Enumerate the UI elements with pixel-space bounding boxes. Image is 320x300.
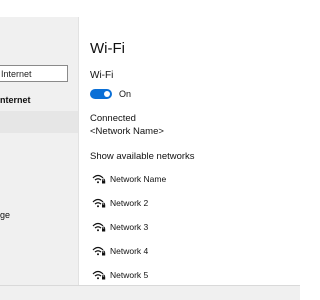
- network-list-item[interactable]: Network Name: [90, 169, 290, 193]
- settings-window: nternet ge Wi-Fi Wi-Fi On Connected <Net…: [0, 0, 300, 300]
- wifi-toggle[interactable]: [90, 89, 112, 99]
- page-title: Wi-Fi: [90, 40, 125, 57]
- wifi-secured-icon: [92, 174, 106, 184]
- sidebar-item-label: ge: [0, 210, 11, 220]
- sidebar: nternet ge: [0, 17, 79, 285]
- bottom-border-strip: [0, 285, 300, 300]
- sidebar-item-partial[interactable]: ge: [0, 204, 78, 226]
- network-name: Network 5: [110, 270, 149, 280]
- settings-search-box[interactable]: [0, 65, 68, 82]
- settings-search-input[interactable]: [0, 66, 67, 81]
- network-name: Network 2: [110, 198, 149, 208]
- title-bar: [0, 0, 300, 17]
- sidebar-item-wifi[interactable]: [0, 111, 78, 133]
- wifi-secured-icon: [92, 270, 106, 280]
- toggle-knob: [104, 91, 110, 97]
- wifi-secured-icon: [92, 222, 106, 232]
- wifi-toggle-state: On: [119, 89, 132, 99]
- network-name: Network 3: [110, 222, 149, 232]
- sidebar-item-network-internet[interactable]: nternet: [0, 89, 78, 111]
- network-list-item[interactable]: Network 5: [90, 265, 290, 285]
- network-list-item[interactable]: Network 4: [90, 241, 290, 265]
- network-list-item[interactable]: Network 3: [90, 217, 290, 241]
- wifi-secured-icon: [92, 246, 106, 256]
- connection-status: Connected: [90, 113, 136, 124]
- network-name: Network 4: [110, 246, 149, 256]
- available-network-list: Network Name Network 2 Network 3 Network…: [90, 169, 290, 285]
- connected-network-name: <Network Name>: [90, 126, 164, 137]
- network-name: Network Name: [110, 174, 167, 184]
- show-available-networks-link[interactable]: Show available networks: [90, 151, 195, 162]
- main-content: Wi-Fi Wi-Fi On Connected <Network Name> …: [79, 17, 300, 285]
- wifi-secured-icon: [92, 198, 106, 208]
- network-list-item[interactable]: Network 2: [90, 193, 290, 217]
- sidebar-item-label: nternet: [0, 95, 31, 105]
- wifi-section-label: Wi-Fi: [90, 70, 114, 81]
